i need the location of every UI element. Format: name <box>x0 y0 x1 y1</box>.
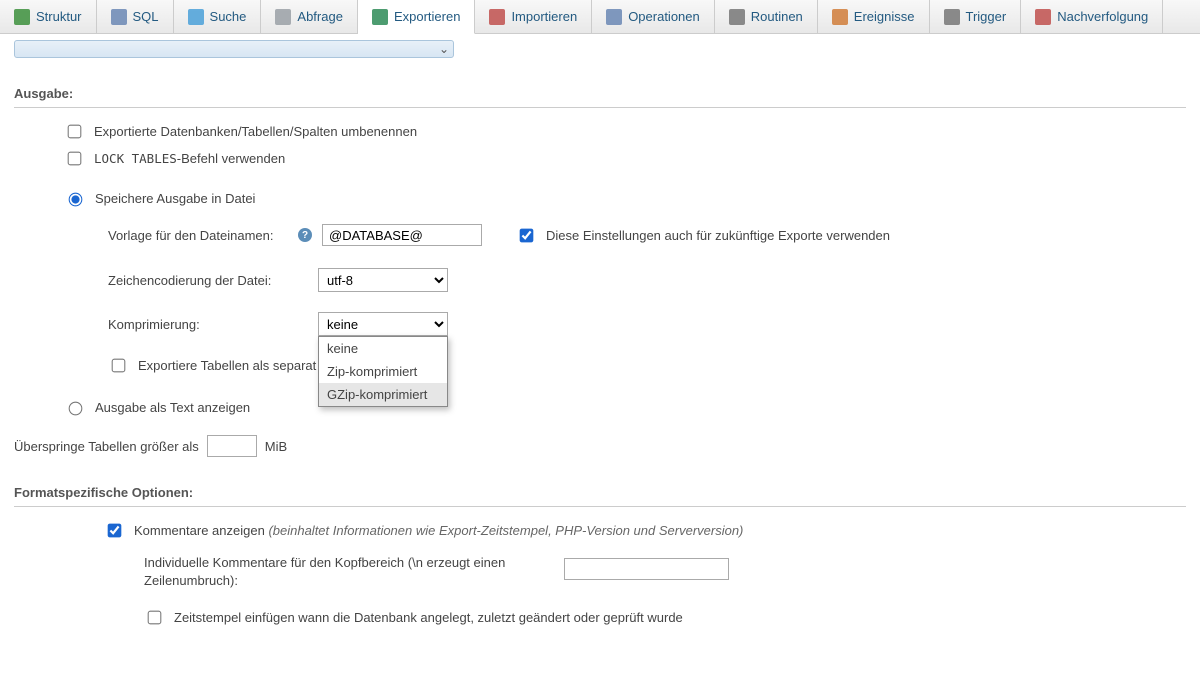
tab-icon <box>729 9 745 25</box>
tab-label: Operationen <box>628 9 700 24</box>
tab-trigger[interactable]: Trigger <box>930 0 1022 33</box>
tab-label: Suche <box>210 9 247 24</box>
save-file-label[interactable]: Speichere Ausgabe in Datei <box>95 191 255 206</box>
tab-operationen[interactable]: Operationen <box>592 0 715 33</box>
tab-icon <box>14 9 30 25</box>
tab-abfrage[interactable]: Abfrage <box>261 0 358 33</box>
compression-option[interactable]: GZip-komprimiert <box>319 383 447 406</box>
rename-label[interactable]: Exportierte Datenbanken/Tabellen/Spalten… <box>94 124 417 139</box>
help-icon[interactable]: ? <box>298 228 312 242</box>
remember-checkbox[interactable] <box>520 228 534 242</box>
skip-unit: MiB <box>265 439 287 454</box>
header-comment-input[interactable] <box>564 558 729 580</box>
compression-label: Komprimierung: <box>108 317 308 332</box>
tab-label: Struktur <box>36 9 82 24</box>
encoding-label: Zeichencodierung der Datei: <box>108 273 308 288</box>
compression-dropdown: keineZip-komprimiertGZip-komprimiert <box>318 336 448 407</box>
comments-checkbox[interactable] <box>108 524 122 538</box>
tab-label: Routinen <box>751 9 803 24</box>
tab-label: Trigger <box>966 9 1007 24</box>
tab-suche[interactable]: Suche <box>174 0 262 33</box>
filename-template-label: Vorlage für den Dateinamen: <box>108 228 288 243</box>
tab-label: Importieren <box>511 9 577 24</box>
tab-sql[interactable]: SQL <box>97 0 174 33</box>
tab-label: Nachverfolgung <box>1057 9 1148 24</box>
tab-ereignisse[interactable]: Ereignisse <box>818 0 930 33</box>
as-text-label[interactable]: Ausgabe als Text anzeigen <box>95 400 250 415</box>
compression-select[interactable]: keine <box>318 312 448 336</box>
timestamp-label[interactable]: Zeitstempel einfügen wann die Datenbank … <box>174 610 683 625</box>
as-text-radio[interactable] <box>69 402 83 416</box>
separate-files-checkbox[interactable] <box>112 359 126 373</box>
timestamp-checkbox[interactable] <box>148 611 162 625</box>
separate-files-label[interactable]: Exportiere Tabellen als separat <box>138 358 316 373</box>
tab-importieren[interactable]: Importieren <box>475 0 592 33</box>
tab-label: Abfrage <box>297 9 343 24</box>
divider <box>14 107 1186 108</box>
compression-option[interactable]: Zip-komprimiert <box>319 360 447 383</box>
tab-struktur[interactable]: Struktur <box>0 0 97 33</box>
lock-tables-checkbox[interactable] <box>68 152 82 166</box>
tab-icon <box>275 9 291 25</box>
compression-option[interactable]: keine <box>319 337 447 360</box>
tab-label: Exportieren <box>394 9 460 24</box>
tab-icon <box>188 9 204 25</box>
chevron-down-icon: ⌄ <box>439 42 449 56</box>
tab-label: SQL <box>133 9 159 24</box>
filename-template-input[interactable] <box>322 224 482 246</box>
tab-icon <box>832 9 848 25</box>
save-file-radio[interactable] <box>69 193 83 207</box>
comments-note: (beinhaltet Informationen wie Export-Zei… <box>268 523 743 538</box>
encoding-select[interactable]: utf-8 <box>318 268 448 292</box>
tab-routinen[interactable]: Routinen <box>715 0 818 33</box>
skip-label: Überspringe Tabellen größer als <box>14 439 199 454</box>
header-comment-label: Individuelle Kommentare für den Kopfbere… <box>144 554 554 590</box>
remember-label[interactable]: Diese Einstellungen auch für zukünftige … <box>546 228 890 243</box>
collapsed-toolbar[interactable]: ⌄ <box>14 40 454 58</box>
tab-nachverfolgung[interactable]: Nachverfolgung <box>1021 0 1163 33</box>
tab-icon <box>372 9 388 25</box>
tabbar: Struktur SQL Suche Abfrage Exportieren Import… <box>0 0 1200 34</box>
tab-exportieren[interactable]: Exportieren <box>358 0 475 34</box>
comments-label[interactable]: Kommentare anzeigen (beinhaltet Informat… <box>134 523 743 538</box>
tab-icon <box>489 9 505 25</box>
lock-tables-code: LOCK TABLES <box>94 151 177 166</box>
section-format-title: Formatspezifische Optionen: <box>14 485 1186 500</box>
tab-icon <box>944 9 960 25</box>
tab-icon <box>1035 9 1051 25</box>
rename-checkbox[interactable] <box>68 125 82 139</box>
lock-tables-label[interactable]: LOCK TABLES-Befehl verwenden <box>94 151 285 166</box>
divider <box>14 506 1186 507</box>
tab-label: Ereignisse <box>854 9 915 24</box>
tab-icon <box>606 9 622 25</box>
skip-size-input[interactable] <box>207 435 257 457</box>
section-ausgabe-title: Ausgabe: <box>14 86 1186 101</box>
tab-icon <box>111 9 127 25</box>
